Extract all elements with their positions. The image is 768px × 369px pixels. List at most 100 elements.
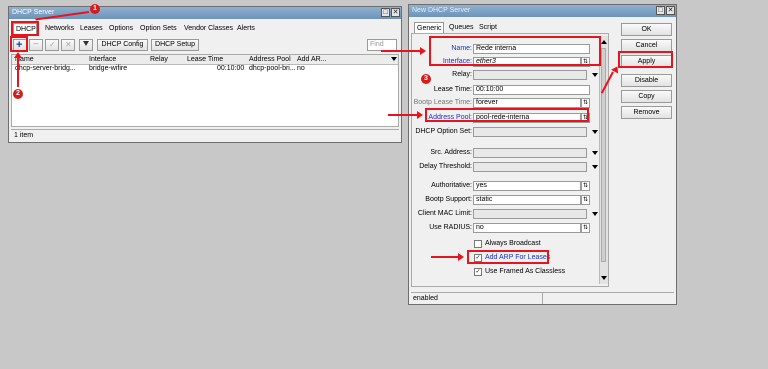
always-broadcast-checkbox[interactable] bbox=[474, 240, 482, 248]
scroll-up-icon[interactable] bbox=[601, 40, 607, 44]
tab-generic[interactable]: Generic bbox=[414, 22, 444, 33]
table-header: Name Interface Relay Lease Time Address … bbox=[12, 55, 398, 65]
cell-name: dhcp-server-bridg... bbox=[15, 65, 76, 72]
name-arrow bbox=[381, 47, 426, 55]
authoritative-label: Authoritative: bbox=[431, 182, 472, 189]
lease-time-input[interactable]: 00:10:00 bbox=[473, 85, 590, 95]
step1-badge: 1 bbox=[90, 4, 100, 14]
bootp-lease-time-label: Bootp Lease Time: bbox=[413, 99, 472, 106]
use-framed-label: Use Framed As Classless bbox=[485, 268, 566, 275]
disable-button[interactable]: ✕ bbox=[61, 39, 75, 51]
option-set-expand-icon[interactable] bbox=[592, 130, 598, 134]
disable-button[interactable]: Disable bbox=[621, 74, 672, 87]
cell-interface: bridge-wifire bbox=[89, 65, 128, 72]
lease-time-label: Lease Time: bbox=[433, 86, 472, 93]
apply-button-highlight bbox=[618, 51, 673, 68]
add-arp-highlight bbox=[467, 250, 549, 264]
address-pool-highlight bbox=[425, 108, 589, 122]
remove-button[interactable]: − bbox=[29, 39, 43, 51]
address-pool-arrow bbox=[388, 111, 423, 119]
authoritative-select[interactable]: yes bbox=[473, 181, 581, 191]
client-mac-limit-label: Client MAC Limit: bbox=[417, 210, 472, 217]
maximize-button[interactable]: □ bbox=[656, 6, 665, 15]
src-address-input[interactable] bbox=[473, 148, 587, 158]
src-address-expand-icon[interactable] bbox=[592, 151, 598, 155]
tab-queues[interactable]: Queues bbox=[447, 22, 476, 33]
col-lease-time[interactable]: Lease Time bbox=[187, 56, 223, 63]
step2-arrowhead bbox=[14, 52, 22, 58]
copy-button[interactable]: Copy bbox=[621, 90, 672, 103]
authoritative-dropdown-icon[interactable]: ⇅ bbox=[581, 181, 590, 191]
src-address-label: Src. Address: bbox=[430, 149, 472, 156]
step2-arrow bbox=[17, 55, 19, 87]
bootp-support-label: Bootp Support: bbox=[425, 196, 472, 203]
maximize-button[interactable]: □ bbox=[381, 8, 390, 17]
use-radius-label: Use RADIUS: bbox=[429, 224, 472, 231]
dhcp-server-window: DHCP Server □ ✕ DHCP Networks Leases Opt… bbox=[8, 6, 402, 143]
use-radius-dropdown-icon[interactable]: ⇅ bbox=[581, 223, 590, 233]
cell-add-arp: no bbox=[297, 65, 305, 72]
tab-leases[interactable]: Leases bbox=[78, 23, 105, 34]
col-add-arp[interactable]: Add AR... bbox=[297, 56, 327, 63]
tab-vendor-classes[interactable]: Vendor Classes bbox=[182, 23, 235, 34]
cell-address-pool: dhcp-pool-bri... bbox=[249, 65, 296, 72]
name-interface-highlight bbox=[429, 36, 601, 66]
tab-strip: DHCP Networks Leases Options Option Sets… bbox=[13, 23, 393, 34]
tab-script[interactable]: Script bbox=[477, 22, 499, 33]
scroll-down-icon[interactable] bbox=[601, 276, 607, 280]
use-framed-checkbox[interactable]: ✓ bbox=[474, 268, 482, 276]
tab-options[interactable]: Options bbox=[107, 23, 135, 34]
close-button[interactable]: ✕ bbox=[391, 8, 400, 17]
col-relay[interactable]: Relay bbox=[150, 56, 168, 63]
filter-button[interactable] bbox=[79, 39, 93, 51]
bootp-support-dropdown-icon[interactable]: ⇅ bbox=[581, 195, 590, 205]
window-title: New DHCP Server bbox=[412, 7, 471, 14]
always-broadcast-label: Always Broadcast bbox=[485, 240, 541, 247]
dhcp-config-button[interactable]: DHCP Config bbox=[97, 39, 148, 51]
form-scrollbar[interactable] bbox=[599, 36, 608, 284]
tab-alerts[interactable]: Alerts bbox=[235, 23, 257, 34]
remove-button[interactable]: Remove bbox=[621, 106, 672, 119]
check-icon: ✓ bbox=[49, 40, 56, 49]
client-mac-expand-icon[interactable] bbox=[592, 212, 598, 216]
col-address-pool[interactable]: Address Pool bbox=[249, 56, 291, 63]
bootp-support-select[interactable]: static bbox=[473, 195, 581, 205]
window-title: DHCP Server bbox=[12, 9, 55, 16]
column-menu-icon[interactable] bbox=[391, 57, 397, 61]
col-interface[interactable]: Interface bbox=[89, 56, 116, 63]
table-row[interactable]: dhcp-server-bridg... bridge-wifire 00:10… bbox=[12, 65, 398, 74]
dhcp-tab-highlight bbox=[11, 21, 39, 36]
status-bar: enabled bbox=[411, 292, 674, 304]
tab-strip: Generic Queues Script bbox=[414, 22, 514, 33]
form-panel: Name: Rede interna Interface: ether3 ⇅ R… bbox=[411, 33, 609, 287]
item-count: 1 item bbox=[14, 132, 34, 139]
use-radius-select[interactable]: no bbox=[473, 223, 581, 233]
tab-networks[interactable]: Networks bbox=[43, 23, 76, 34]
tab-option-sets[interactable]: Option Sets bbox=[138, 23, 179, 34]
add-button-highlight bbox=[10, 36, 28, 52]
dhcp-option-set-input[interactable] bbox=[473, 127, 587, 137]
scroll-thumb[interactable] bbox=[601, 48, 606, 262]
server-table: Name Interface Relay Lease Time Address … bbox=[11, 54, 399, 127]
delay-threshold-expand-icon[interactable] bbox=[592, 165, 598, 169]
add-arp-arrow bbox=[431, 253, 464, 261]
dhcp-setup-button[interactable]: DHCP Setup bbox=[151, 39, 199, 51]
new-dhcp-titlebar[interactable]: New DHCP Server □ ✕ bbox=[409, 5, 676, 17]
minus-icon: − bbox=[33, 39, 39, 50]
status-divider bbox=[542, 293, 543, 304]
relay-input[interactable] bbox=[473, 70, 587, 80]
status-text: enabled bbox=[413, 295, 438, 302]
client-mac-limit-input[interactable] bbox=[473, 209, 587, 219]
x-icon: ✕ bbox=[65, 40, 72, 49]
step3-badge: 3 bbox=[421, 74, 431, 84]
filter-icon bbox=[83, 41, 89, 46]
enable-button[interactable]: ✓ bbox=[45, 39, 59, 51]
close-button[interactable]: ✕ bbox=[666, 6, 675, 15]
cell-lease-time: 00:10:00 bbox=[217, 65, 245, 72]
bootp-lease-time-select[interactable]: forever bbox=[473, 98, 581, 108]
delay-threshold-input[interactable] bbox=[473, 162, 587, 172]
ok-button[interactable]: OK bbox=[621, 23, 672, 36]
dhcp-option-set-label: DHCP Option Set: bbox=[415, 128, 472, 135]
bootp-lease-dropdown-icon[interactable]: ⇅ bbox=[581, 98, 590, 108]
relay-expand-icon[interactable] bbox=[592, 73, 598, 77]
